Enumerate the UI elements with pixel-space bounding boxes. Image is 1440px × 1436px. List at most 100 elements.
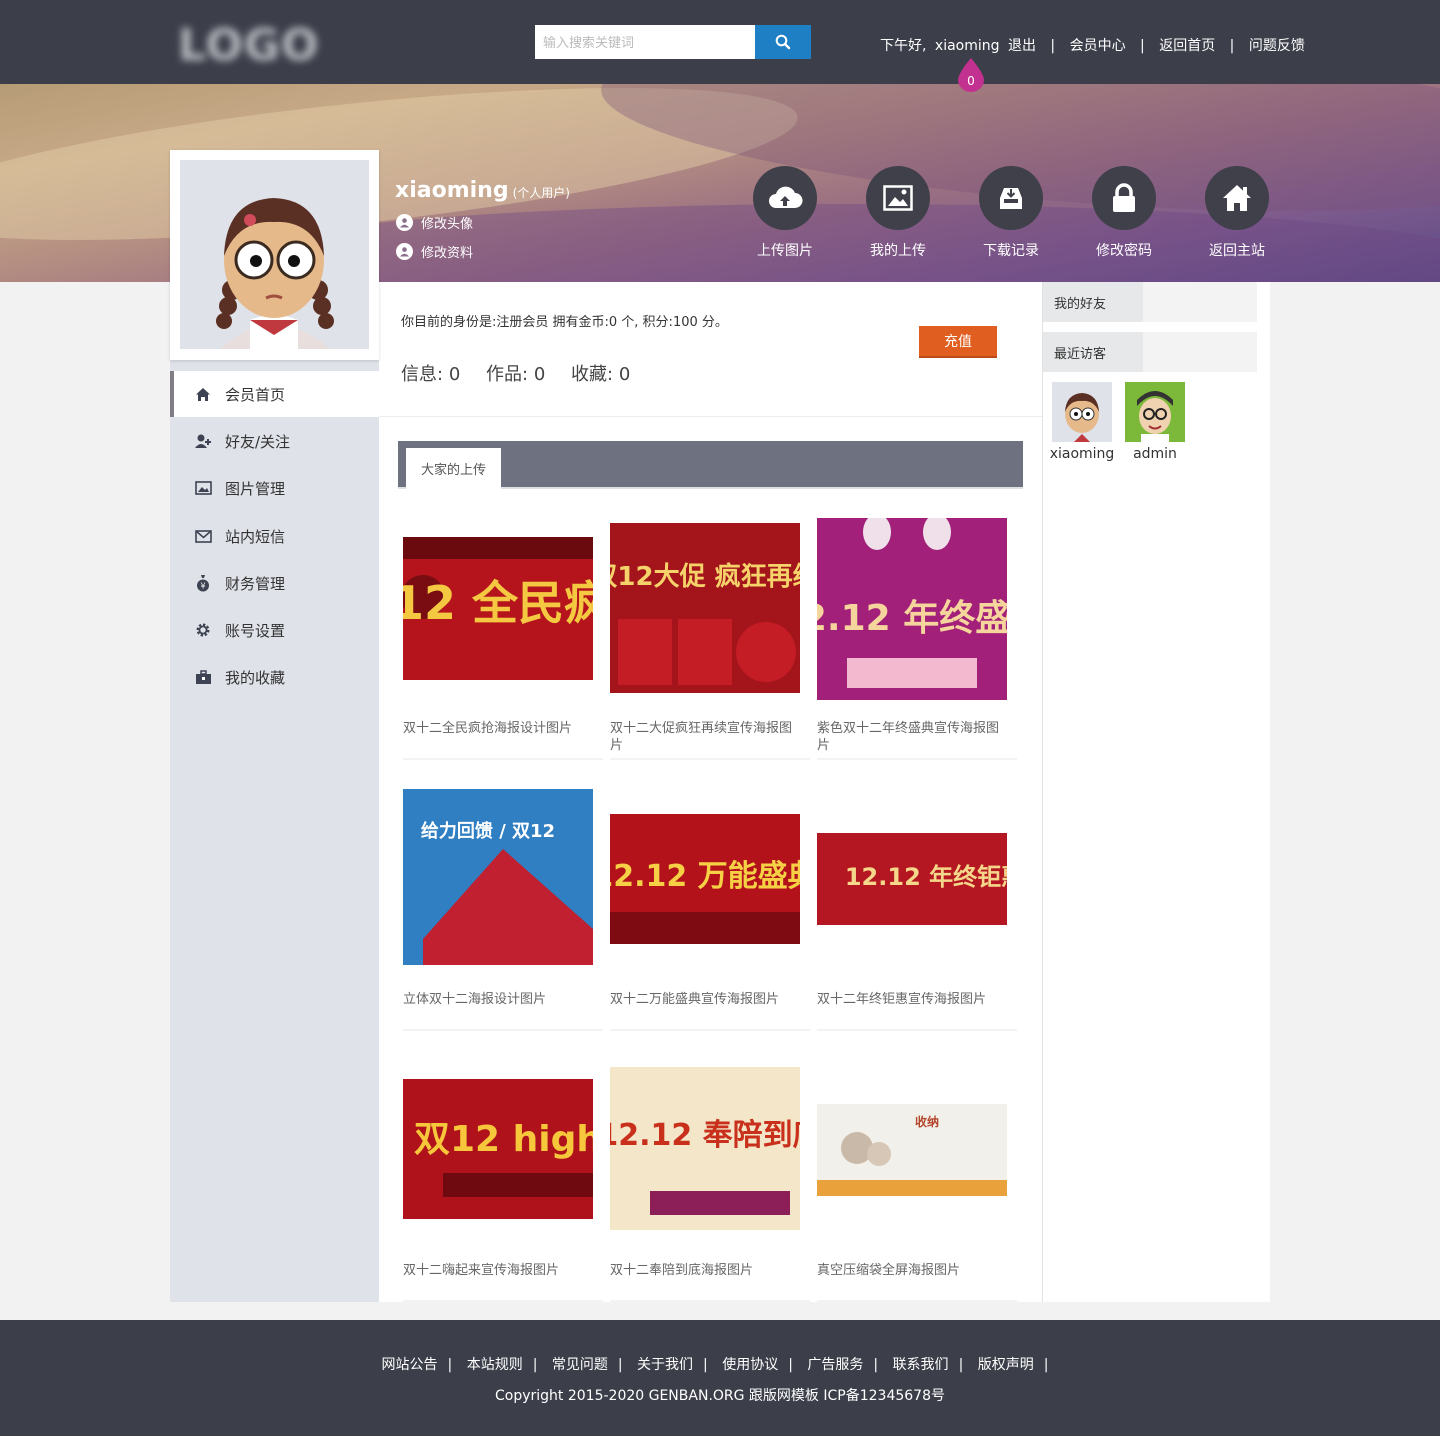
envelope-icon — [194, 527, 212, 545]
friends-title[interactable]: 我的好友 — [1043, 282, 1143, 322]
profile-name: xiaoming (个人用户) — [395, 178, 570, 203]
download-inbox-icon — [979, 166, 1043, 230]
upload-title[interactable]: 真空压缩袋全屏海报图片 — [817, 1262, 1007, 1279]
visitor-item[interactable]: admin — [1120, 382, 1190, 462]
upload-thumbnail[interactable]: 双12大促 疯狂再续 — [610, 523, 800, 693]
quick-downloads-button[interactable]: 下载记录 — [966, 166, 1056, 260]
separator: | — [1229, 38, 1235, 54]
sidebar-item-home[interactable]: 会员首页 — [170, 371, 379, 417]
home-link[interactable]: 返回首页 — [1159, 38, 1215, 54]
thumb-text: 收纳 — [915, 1114, 939, 1129]
upload-thumbnail[interactable]: 双12 high — [403, 1079, 593, 1219]
stat-works[interactable]: 作品: 0 — [486, 364, 545, 385]
home-icon — [1205, 166, 1269, 230]
footer-link[interactable]: 网站公告 — [382, 1357, 438, 1373]
logout-link[interactable]: 退出 — [1008, 38, 1036, 54]
footer-link[interactable]: 联系我们 — [893, 1357, 949, 1373]
image-icon — [866, 166, 930, 230]
quick-upload-label: 上传图片 — [757, 243, 813, 259]
visitor-name: xiaoming — [1049, 446, 1115, 462]
upload-thumbnail[interactable]: 收纳 — [817, 1104, 1007, 1196]
edit-avatar-link[interactable]: 修改头像 — [396, 213, 473, 232]
visitors-title: 最近访客 — [1043, 332, 1143, 372]
thumb-text: 给力回馈 / 双12 — [421, 820, 555, 842]
avatar-frame — [170, 150, 379, 360]
upload-thumbnail[interactable]: 给力回馈 / 双12 — [403, 789, 593, 965]
upload-thumbnail[interactable]: 12.12 年终盛典 — [817, 518, 1007, 700]
friends-panel-header: 我的好友 — [1043, 282, 1257, 322]
thumb-text: 双12大促 疯狂再续 — [610, 561, 800, 592]
thumb-text: 双12 全民疯抢 — [403, 576, 593, 630]
footer-link[interactable]: 广告服务 — [807, 1357, 863, 1373]
visitor-avatar[interactable] — [1125, 382, 1185, 442]
upload-thumbnail[interactable]: 12.12 年终钜惠 — [817, 833, 1007, 925]
sidebar-item-pictures[interactable]: 图片管理 — [170, 465, 379, 511]
upload-title[interactable]: 紫色双十二年终盛典宣传海报图片 — [817, 720, 1007, 754]
upload-title[interactable]: 双十二嗨起来宣传海报图片 — [403, 1262, 593, 1279]
thumb-text: 12.12 年终钜惠 — [845, 863, 1007, 891]
stat-favorites[interactable]: 收藏: 0 — [571, 364, 630, 385]
recharge-button[interactable]: 充值 — [919, 326, 997, 358]
profile-username: xiaoming — [395, 178, 509, 203]
footer-link[interactable]: 关于我们 — [637, 1357, 693, 1373]
quick-password-button[interactable]: 修改密码 — [1079, 166, 1169, 260]
separator: | — [1050, 38, 1056, 54]
footer-link[interactable]: 常见问题 — [552, 1357, 608, 1373]
upload-thumbnail[interactable]: 12.12 万能盛典 — [610, 814, 800, 944]
upload-title[interactable]: 双十二大促疯狂再续宣传海报图片 — [610, 720, 800, 754]
user-icon — [396, 243, 413, 260]
avatar[interactable] — [180, 160, 369, 349]
svg-text:¥: ¥ — [200, 582, 205, 591]
sidebar-item-favorites[interactable]: 我的收藏 — [170, 654, 379, 700]
footer-link[interactable]: 本站规则 — [467, 1357, 523, 1373]
footer: 网站公告 | 本站规则 | 常见问题 | 关于我们 | 使用协议 | 广告服务 | 联系我们… — [0, 1320, 1440, 1436]
visitor-avatar[interactable] — [1052, 382, 1112, 442]
footer-link[interactable]: 版权声明 — [978, 1357, 1034, 1373]
account-stats: 信息: 0 作品: 0 收藏: 0 — [401, 360, 650, 386]
upload-title[interactable]: 立体双十二海报设计图片 — [403, 991, 593, 1008]
picture-icon — [194, 479, 212, 497]
sidebar-item-settings[interactable]: 账号设置 — [170, 607, 379, 653]
quick-my-uploads-button[interactable]: 我的上传 — [853, 166, 943, 260]
stat-messages[interactable]: 信息: 0 — [401, 364, 460, 385]
quick-home-button[interactable]: 返回主站 — [1192, 166, 1282, 260]
footer-link[interactable]: 使用协议 — [722, 1357, 778, 1373]
sidebar-item-messages[interactable]: 站内短信 — [170, 513, 379, 559]
visitor-name: admin — [1133, 446, 1177, 462]
upload-thumbnail[interactable]: 12.12 奉陪到底 — [610, 1067, 800, 1230]
sidebar-item-friends[interactable]: 好友/关注 — [170, 418, 379, 464]
search-input[interactable] — [535, 25, 755, 59]
upload-title[interactable]: 双十二年终钜惠宣传海报图片 — [817, 991, 1007, 1008]
account-info: 你目前的身份是:注册会员 拥有金币:0 个, 积分:100 分。 — [401, 315, 728, 330]
upload-title[interactable]: 双十二全民疯抢海报设计图片 — [403, 720, 593, 737]
feedback-link[interactable]: 问题反馈 — [1249, 38, 1305, 54]
search-icon — [775, 34, 791, 50]
sidebar-item-label: 图片管理 — [225, 479, 286, 498]
sidebar-item-finance[interactable]: ¥ 财务管理 — [170, 560, 379, 606]
footer-links: 网站公告 | 本站规则 | 常见问题 | 关于我们 | 使用协议 | 广告服务 | 联系我们… — [381, 1357, 1049, 1373]
member-center-link[interactable]: 会员中心 — [1070, 38, 1126, 54]
edit-profile-link[interactable]: 修改资料 — [396, 242, 473, 261]
user-icon — [396, 214, 413, 231]
copyright: Copyright 2015-2020 GENBAN.ORG 跟版网模板 ICP… — [495, 1388, 945, 1404]
right-panel-divider — [1042, 282, 1043, 1302]
visitor-item[interactable]: xiaoming — [1047, 382, 1117, 462]
search-button[interactable] — [755, 25, 811, 59]
visitors-panel-header: 最近访客 — [1043, 332, 1257, 372]
edit-profile-label: 修改资料 — [421, 246, 474, 261]
quick-upload-button[interactable]: 上传图片 — [740, 166, 830, 260]
sidebar-item-label: 账号设置 — [225, 621, 286, 640]
upload-thumbnail[interactable]: 双12 全民疯抢 — [403, 537, 593, 680]
profile-type: (个人用户) — [512, 186, 570, 200]
site-logo[interactable]: LOGO — [178, 20, 318, 72]
top-username[interactable]: xiaoming — [935, 38, 1000, 54]
greeting: 下午好, — [880, 38, 927, 54]
upload-title[interactable]: 双十二奉陪到底海报图片 — [610, 1262, 800, 1279]
cloud-upload-icon — [753, 166, 817, 230]
thumb-text: 双12 high — [414, 1119, 593, 1160]
top-bar: LOGO 下午好, xiaoming 退出 | 会员中心 | 返回首页 | 问题… — [0, 0, 1440, 84]
message-badge[interactable]: 0 — [957, 58, 985, 92]
tab-everyone-uploads[interactable]: 大家的上传 — [406, 448, 501, 489]
message-count: 0 — [967, 74, 975, 88]
upload-title[interactable]: 双十二万能盛典宣传海报图片 — [610, 991, 800, 1008]
